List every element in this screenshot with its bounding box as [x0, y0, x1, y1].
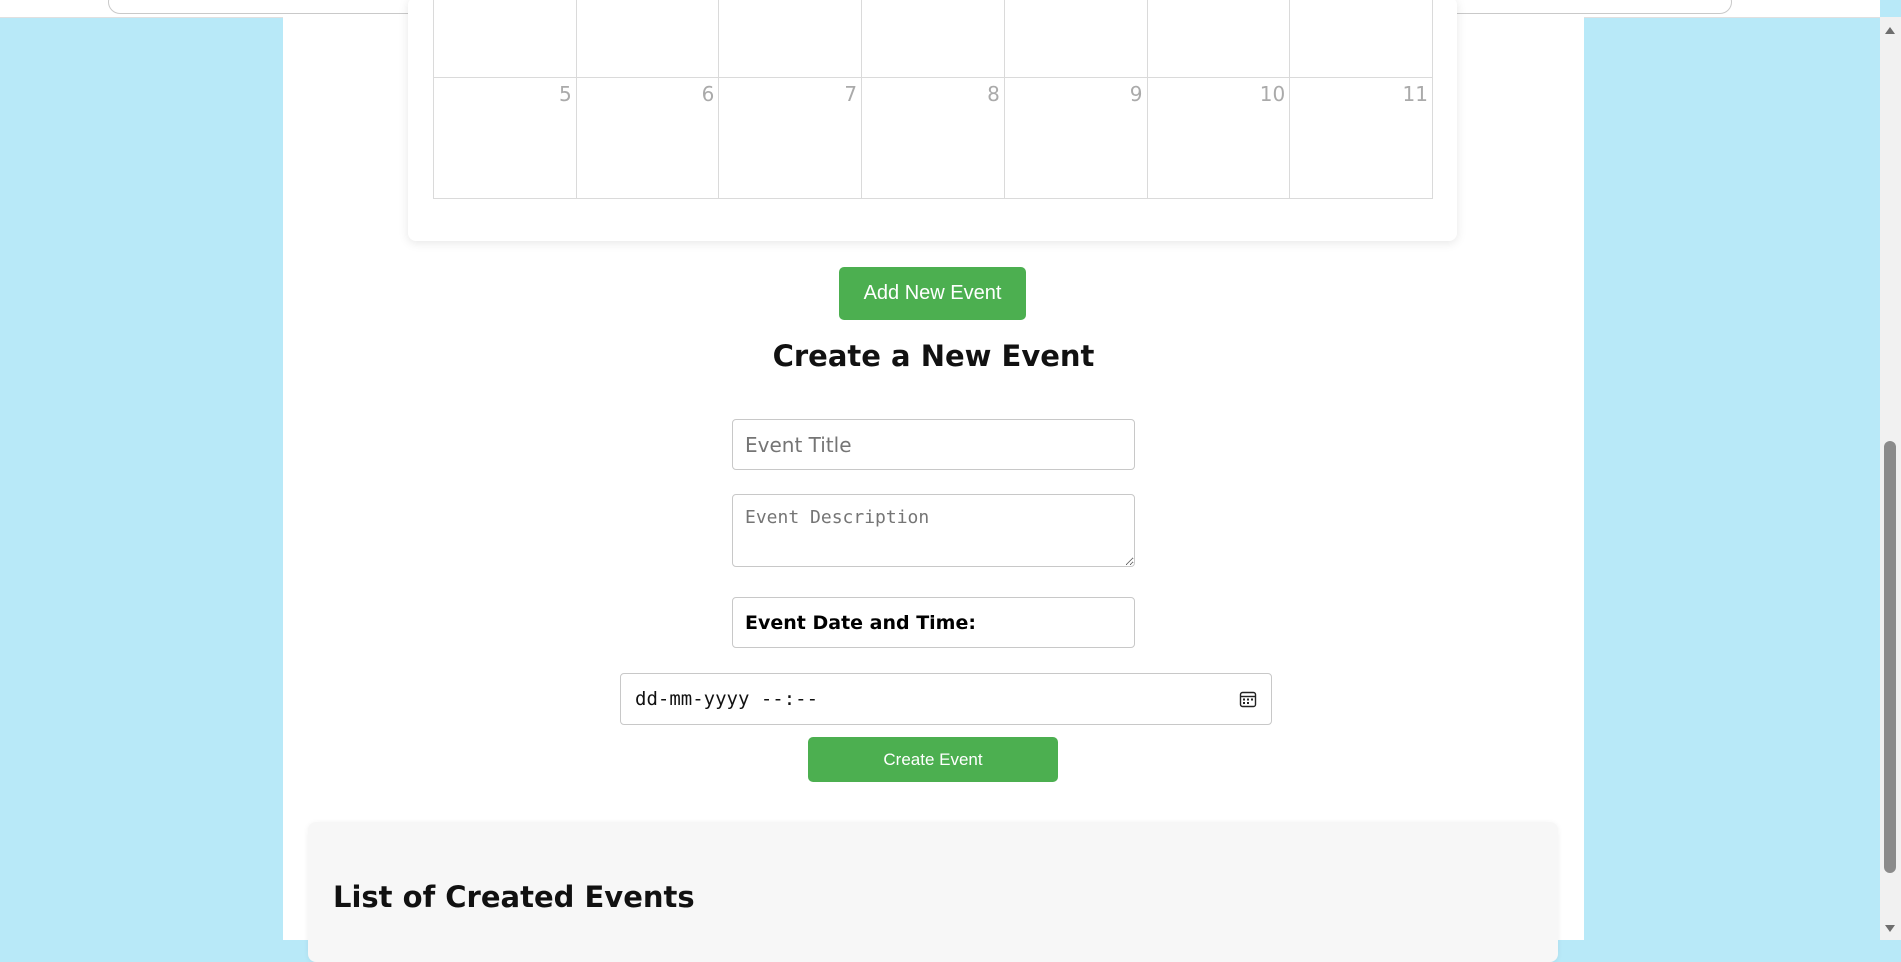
scroll-up-icon[interactable]	[1885, 27, 1895, 34]
calendar-day-cell[interactable]	[1003, 0, 1148, 78]
calendar-day-cell[interactable]	[1146, 0, 1291, 78]
calendar-day-cell[interactable]: 5	[433, 77, 577, 199]
events-list-section: List of Created Events	[308, 822, 1558, 962]
calendar-week-row	[433, 0, 1433, 78]
calendar-day-cell[interactable]: 7	[718, 77, 863, 199]
add-new-event-button[interactable]: Add New Event	[839, 267, 1026, 320]
page-scrollbar[interactable]	[1880, 17, 1901, 940]
calendar-day-cell[interactable]	[433, 0, 577, 78]
calendar-grid: 5 6 7 8 9 10 11	[433, 0, 1433, 199]
create-event-heading: Create a New Event	[772, 339, 1095, 373]
calendar-icon[interactable]	[1239, 690, 1257, 708]
datetime-value: dd-mm-yyyy --:--	[635, 688, 819, 710]
event-datetime-input[interactable]: dd-mm-yyyy --:--	[620, 673, 1272, 725]
calendar-card: 5 6 7 8 9 10 11	[408, 0, 1457, 241]
calendar-day-cell[interactable]	[718, 0, 863, 78]
calendar-day-cell[interactable]: 9	[1003, 77, 1148, 199]
scroll-down-icon[interactable]	[1885, 925, 1895, 932]
page-content: 5 6 7 8 9 10 11 Add New Event Create a N…	[283, 0, 1584, 962]
calendar-day-cell[interactable]	[861, 0, 1005, 78]
calendar-day-cell[interactable]	[575, 0, 720, 78]
create-event-button[interactable]: Create Event	[808, 737, 1058, 782]
calendar-day-cell[interactable]	[1289, 0, 1433, 78]
calendar-day-cell[interactable]: 8	[861, 77, 1005, 199]
event-title-input[interactable]	[732, 419, 1135, 470]
event-description-input[interactable]	[732, 494, 1135, 567]
calendar-day-cell[interactable]: 6	[575, 77, 720, 199]
calendar-week-row: 5 6 7 8 9 10 11	[433, 77, 1433, 199]
events-list-heading: List of Created Events	[333, 880, 695, 914]
scroll-thumb[interactable]	[1884, 441, 1896, 873]
calendar-day-cell[interactable]: 11	[1289, 77, 1433, 199]
calendar-day-cell[interactable]: 10	[1146, 77, 1291, 199]
event-datetime-label: Event Date and Time:	[732, 597, 1135, 648]
